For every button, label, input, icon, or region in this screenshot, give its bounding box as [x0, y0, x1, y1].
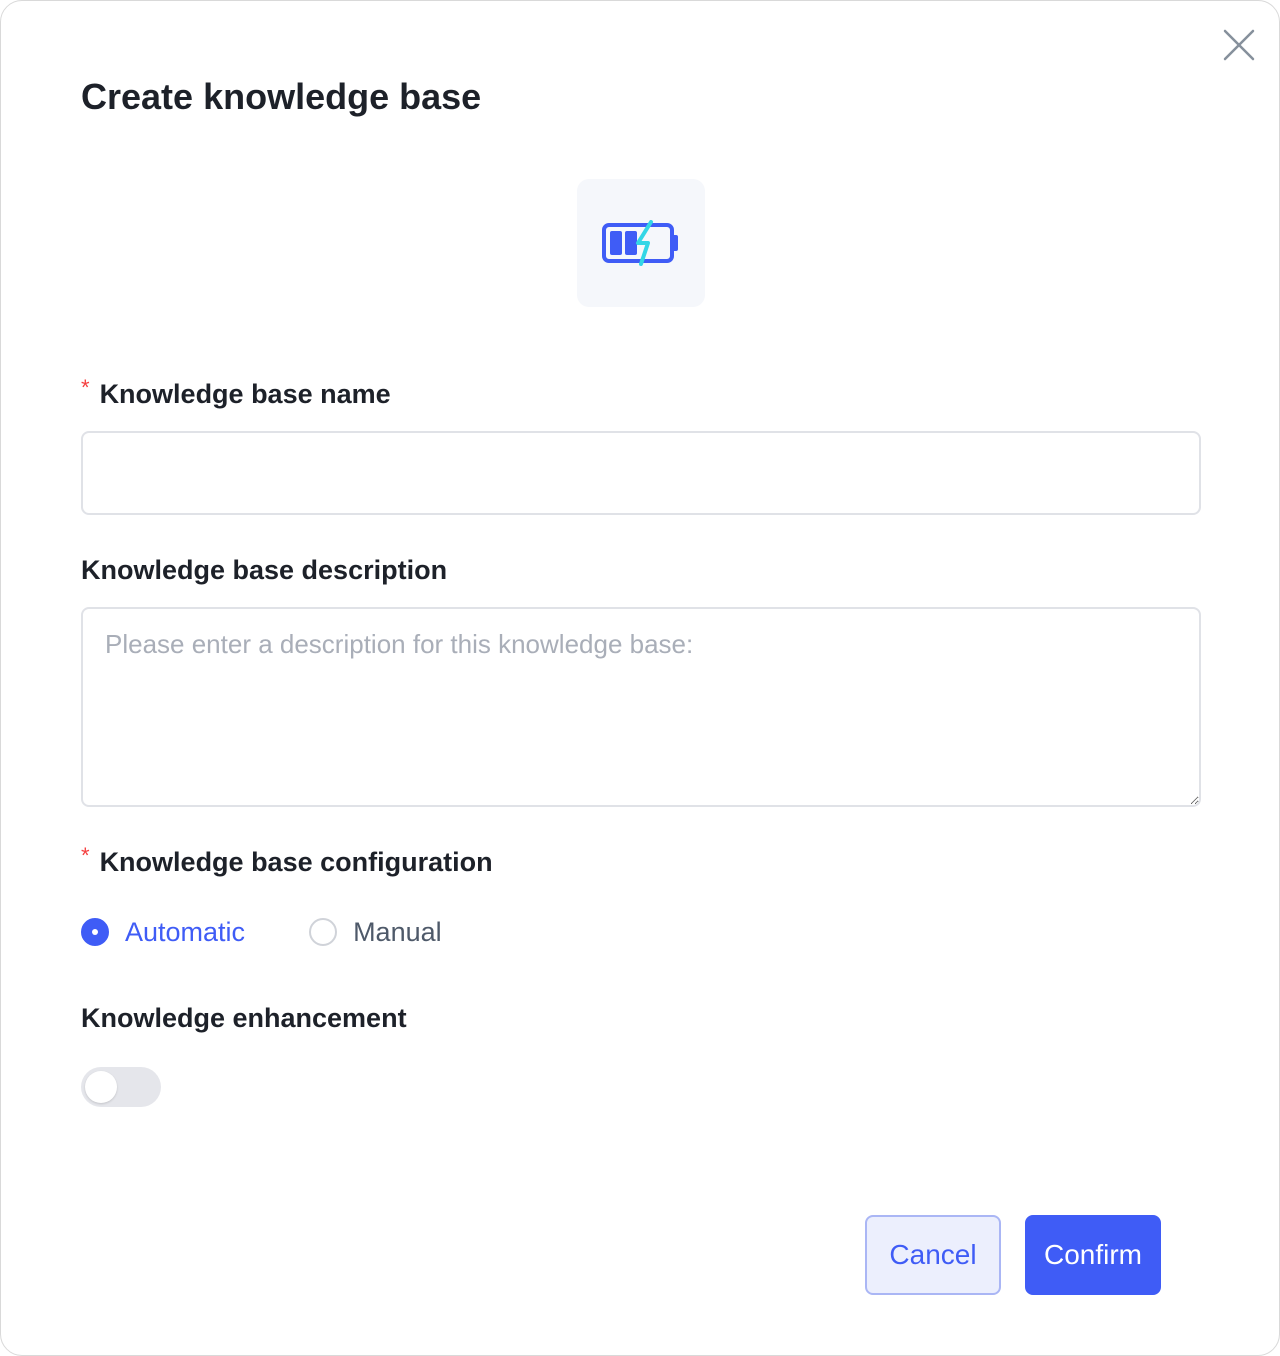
required-mark: *	[81, 843, 90, 868]
configuration-field-label: * Knowledge base configuration	[81, 843, 493, 879]
knowledge-base-description-textarea[interactable]	[81, 607, 1201, 807]
enhancement-label-text: Knowledge enhancement	[81, 1003, 407, 1033]
description-field-label: Knowledge base description	[81, 553, 447, 587]
dialog-title: Create knowledge base	[81, 76, 482, 117]
name-field-label: * Knowledge base name	[81, 375, 391, 411]
radio-manual-label: Manual	[353, 916, 442, 947]
knowledge-base-name-input[interactable]	[81, 431, 1201, 515]
configuration-radio-group: Automatic Manual	[81, 911, 506, 953]
close-button[interactable]	[1217, 23, 1261, 67]
name-label-text: Knowledge base name	[99, 379, 391, 409]
required-mark: *	[81, 375, 90, 400]
knowledge-base-avatar[interactable]	[577, 179, 705, 307]
toggle-knob	[85, 1071, 117, 1103]
description-label-text: Knowledge base description	[81, 555, 448, 585]
cancel-button[interactable]: Cancel	[865, 1215, 1001, 1295]
radio-manual[interactable]: Manual	[309, 917, 442, 948]
configuration-label-text: Knowledge base configuration	[99, 847, 493, 877]
radio-checked-icon	[81, 918, 109, 946]
close-icon	[1223, 29, 1255, 61]
confirm-button[interactable]: Confirm	[1025, 1215, 1161, 1295]
radio-unchecked-icon	[309, 918, 338, 946]
enhancement-field-label: Knowledge enhancement	[81, 1001, 407, 1035]
radio-automatic-label: Automatic	[125, 916, 246, 947]
radio-automatic[interactable]: Automatic	[81, 917, 245, 948]
knowledge-enhancement-toggle[interactable]	[81, 1067, 161, 1107]
battery-charging-icon	[602, 220, 678, 266]
create-knowledge-base-dialog: Create knowledge base * Knowledge base n…	[0, 0, 1280, 1356]
